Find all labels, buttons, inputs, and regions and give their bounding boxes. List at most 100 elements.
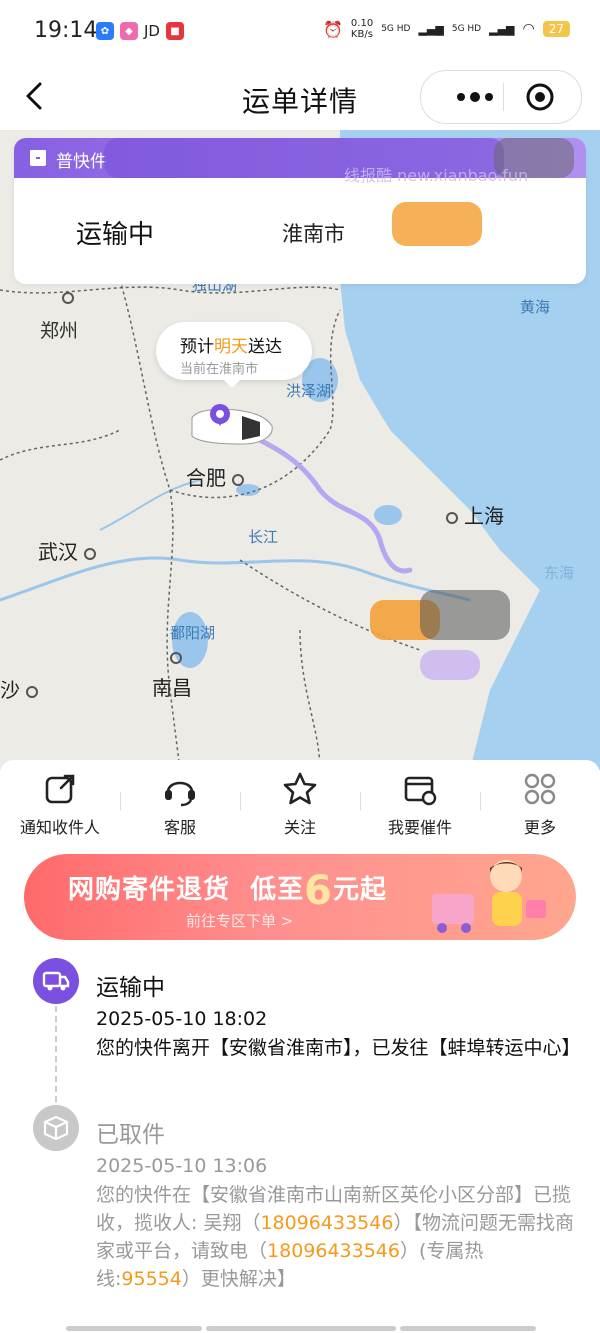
package-icon bbox=[30, 150, 46, 166]
map-label-text: 郑州 bbox=[40, 320, 79, 342]
status-indicators: ⏰ 0.10 KB/s 5G HD ▂▄▆ 5G HD ▂▄▆ ◠ 27 bbox=[323, 18, 570, 40]
destination-city: 淮南市 bbox=[282, 222, 345, 246]
notify-recipient-button[interactable]: 通知收件人 bbox=[0, 770, 120, 846]
follow-button[interactable]: 关注 bbox=[240, 770, 360, 846]
nav-bar: 运单详情 bbox=[0, 62, 600, 130]
redaction-smudge bbox=[392, 202, 482, 246]
timeline-connector bbox=[55, 1006, 57, 1102]
close-mini-program-icon[interactable] bbox=[525, 82, 555, 112]
event-status: 运输中 bbox=[96, 975, 165, 1001]
action-label: 客服 bbox=[163, 818, 196, 837]
capsule-divider bbox=[503, 83, 504, 111]
destination-section: 淮南市 bbox=[224, 178, 586, 284]
status-section: 运输中 bbox=[14, 178, 222, 284]
grid-icon bbox=[524, 773, 556, 805]
map-label-hongzehu: 洪泽湖 bbox=[286, 382, 332, 400]
status-bar: 19:14 ✿ ◆ JD ■ ⏰ 0.10 KB/s 5G HD ▂▄▆ 5G … bbox=[0, 0, 600, 62]
more-options-icon[interactable] bbox=[443, 83, 503, 111]
city-dot-icon bbox=[446, 511, 458, 524]
battery-indicator: 27 bbox=[542, 21, 570, 37]
app-notification-icon: ✿ bbox=[96, 22, 114, 40]
map-label-text: 合肥 bbox=[186, 466, 226, 490]
star-icon bbox=[283, 772, 317, 805]
map-label-text: 沙 bbox=[0, 678, 20, 702]
banner-headline-part: 元起 bbox=[332, 875, 387, 905]
map-label-huanghai: 黄海 bbox=[520, 298, 551, 316]
bottom-tab-indicator bbox=[400, 1326, 536, 1331]
banner-headline: 网购寄件退货 低至6元起 bbox=[68, 868, 387, 914]
signal-bars-icon: ▂▄▆ bbox=[489, 22, 515, 36]
city-dot-icon bbox=[170, 652, 182, 664]
map-label-nanchang: 南昌 bbox=[152, 652, 192, 701]
map-label-shanghai: 上海 bbox=[440, 500, 504, 529]
map-label-text: 上海 bbox=[464, 504, 504, 528]
headset-icon bbox=[165, 781, 195, 807]
status-app-icons: ✿ ◆ JD ■ bbox=[96, 22, 184, 40]
current-status: 运输中 bbox=[76, 220, 155, 250]
eta-bubble: 预计明天送达 当前在淮南市 bbox=[156, 322, 312, 388]
signal-bars-icon: ▂▄▆ bbox=[418, 22, 444, 36]
map-label-changjiang: 长江 bbox=[248, 528, 279, 546]
eta-prefix: 预计 bbox=[180, 337, 214, 357]
event-description: 您的快件离开【安徽省淮南市】，已发往【蚌埠转运中心】 bbox=[96, 1037, 581, 1059]
action-label: 关注 bbox=[283, 818, 316, 837]
mini-program-capsule bbox=[420, 70, 582, 124]
banner-link[interactable]: 前往专区下单 > bbox=[186, 910, 293, 931]
map-label-changsha: 沙 bbox=[0, 674, 44, 703]
eta-suffix: 送达 bbox=[248, 337, 282, 357]
banner-price: 6 bbox=[304, 868, 333, 914]
action-label: 更多 bbox=[523, 818, 556, 837]
bottom-tab-indicator bbox=[66, 1326, 202, 1331]
city-dot-icon bbox=[26, 685, 38, 698]
event-time: 2025-05-10 18:02 bbox=[96, 1008, 268, 1030]
city-dot-icon bbox=[62, 292, 74, 304]
banner-headline-part: 网购寄件退货 bbox=[68, 875, 231, 905]
courier-phone-link[interactable]: 18096433546 bbox=[260, 1212, 393, 1234]
bottom-tab-indicator bbox=[206, 1326, 396, 1331]
courier-vehicle-icon bbox=[191, 404, 273, 445]
map-label-wuhan: 武汉 bbox=[38, 536, 102, 565]
in-transit-icon bbox=[33, 958, 79, 1004]
hotline-link[interactable]: 95554 bbox=[121, 1268, 181, 1290]
event-description: 您的快件在【安徽省淮南市山南新区英伦小区分部】已揽收，揽收人: 吴翔（18096… bbox=[96, 1181, 576, 1293]
redaction-smudge bbox=[420, 650, 480, 680]
action-label: 我要催件 bbox=[387, 818, 452, 837]
more-button[interactable]: 更多 bbox=[480, 770, 600, 846]
shipment-status-card: 普快件 线报酷 new.xianbao.fun 运输中 淮南市 bbox=[14, 138, 586, 284]
map-label-poyanghu: 鄱阳湖 bbox=[170, 624, 216, 642]
action-bar: 通知收件人 客服 关注 我要催件 更多 bbox=[0, 760, 600, 850]
eta-current-location: 当前在淮南市 bbox=[180, 362, 259, 377]
map-label-zhengzhou: 郑州 bbox=[40, 292, 79, 343]
promo-banner[interactable]: 网购寄件退货 低至6元起 前往专区下单 > bbox=[24, 854, 576, 940]
eta-text: 预计明天送达 bbox=[180, 332, 282, 357]
city-dot-icon bbox=[84, 547, 96, 560]
signal-5g-hd: 5G HD bbox=[381, 24, 411, 34]
map-label-hefei: 合肥 bbox=[186, 462, 250, 491]
customer-service-button[interactable]: 客服 bbox=[120, 770, 240, 846]
action-label: 通知收件人 bbox=[19, 818, 100, 837]
urge-delivery-button[interactable]: 我要催件 bbox=[360, 770, 480, 846]
banner-headline-part: 低至 bbox=[250, 875, 305, 905]
alarm-icon: ⏰ bbox=[323, 19, 343, 39]
promo-character-illustration bbox=[432, 860, 546, 933]
share-icon bbox=[45, 774, 75, 804]
network-speed: 0.10 KB/s bbox=[350, 18, 374, 40]
map-label-donghai: 东海 bbox=[544, 564, 575, 582]
jd-app-icon: JD bbox=[144, 22, 160, 40]
picked-up-icon bbox=[33, 1105, 79, 1151]
courier-phone-link[interactable]: 18096433546 bbox=[267, 1240, 400, 1262]
wifi-icon: ◠ bbox=[522, 21, 535, 37]
service-type-label: 普快件 bbox=[56, 152, 107, 172]
redaction-smudge bbox=[420, 590, 510, 640]
desc-text: ）更快解决】 bbox=[181, 1268, 296, 1290]
event-status: 已取件 bbox=[96, 1122, 165, 1148]
event-time: 2025-05-10 13:06 bbox=[96, 1155, 268, 1177]
bell-box-icon bbox=[404, 776, 437, 806]
app-notification-icon: ◆ bbox=[120, 22, 138, 40]
app-notification-icon: ■ bbox=[165, 22, 184, 40]
signal-5g-hd-2: 5G HD bbox=[451, 24, 482, 34]
map-label-text: 南昌 bbox=[152, 676, 192, 700]
city-dot-icon bbox=[232, 473, 244, 486]
map-label-text: 武汉 bbox=[38, 540, 78, 564]
eta-day: 明天 bbox=[214, 337, 248, 357]
